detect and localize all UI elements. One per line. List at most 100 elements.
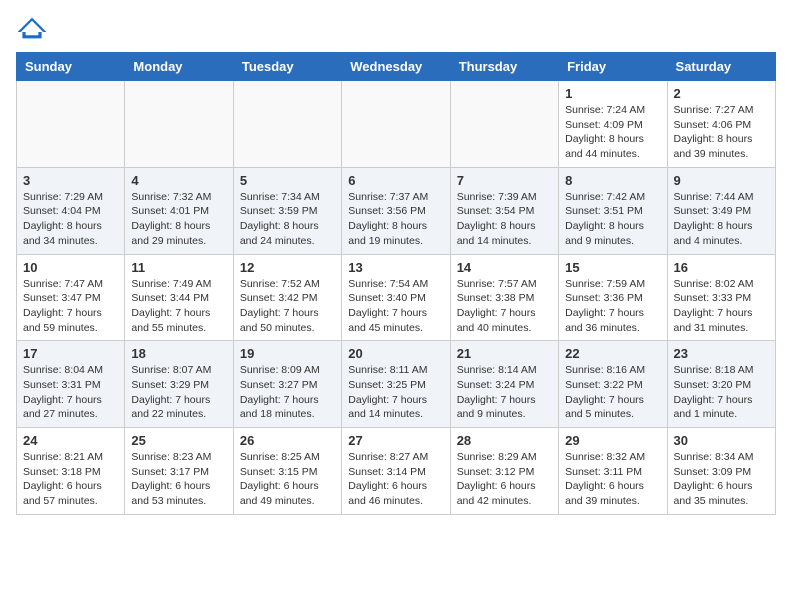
day-number: 28 xyxy=(457,433,552,448)
day-number: 18 xyxy=(131,346,226,361)
calendar-cell: 23Sunrise: 8:18 AM Sunset: 3:20 PM Dayli… xyxy=(667,341,775,428)
logo xyxy=(16,16,52,40)
page-header xyxy=(16,16,776,40)
day-number: 17 xyxy=(23,346,118,361)
day-info: Sunrise: 7:47 AM Sunset: 3:47 PM Dayligh… xyxy=(23,277,118,336)
day-info: Sunrise: 7:37 AM Sunset: 3:56 PM Dayligh… xyxy=(348,190,443,249)
day-number: 22 xyxy=(565,346,660,361)
day-number: 21 xyxy=(457,346,552,361)
day-number: 9 xyxy=(674,173,769,188)
calendar-cell: 17 Sunrise: 8:04 AM Sunset: 3:31 PM Dayli… xyxy=(17,341,125,428)
day-number: 2 xyxy=(674,86,769,101)
day-info: Sunrise: 8:07 AM Sunset: 3:29 PM Dayligh… xyxy=(131,363,226,422)
calendar-cell: 24 Sunrise: 8:21 AM Sunset: 3:18 PM Dayli… xyxy=(17,428,125,515)
calendar-cell xyxy=(125,81,233,168)
day-info: Sunrise: 8:04 AM Sunset: 3:31 PM Dayligh… xyxy=(23,363,118,422)
day-number: 7 xyxy=(457,173,552,188)
calendar-week-row: 3Sunrise: 7:29 AM Sunset: 4:04 PM Daylig… xyxy=(17,167,776,254)
day-number: 20 xyxy=(348,346,443,361)
calendar-header-row: SundayMondayTuesdayWednesdayThursdayFrid… xyxy=(17,53,776,81)
calendar-cell: 9 Sunrise: 7:44 AM Sunset: 3:49 PM Daylig… xyxy=(667,167,775,254)
day-number: 3 xyxy=(23,173,118,188)
day-number: 26 xyxy=(240,433,335,448)
calendar-cell: 12 Sunrise: 7:52 AM Sunset: 3:42 PM Dayli… xyxy=(233,254,341,341)
day-info: Sunrise: 8:09 AM Sunset: 3:27 PM Dayligh… xyxy=(240,363,335,422)
day-number: 8 xyxy=(565,173,660,188)
calendar-cell: 18 Sunrise: 8:07 AM Sunset: 3:29 PM Dayli… xyxy=(125,341,233,428)
day-info: Sunrise: 7:39 AM Sunset: 3:54 PM Dayligh… xyxy=(457,190,552,249)
calendar-cell: 5Sunrise: 7:34 AM Sunset: 3:59 PM Daylig… xyxy=(233,167,341,254)
calendar-week-row: 24 Sunrise: 8:21 AM Sunset: 3:18 PM Dayli… xyxy=(17,428,776,515)
day-info: Sunrise: 7:32 AM Sunset: 4:01 PM Dayligh… xyxy=(131,190,226,249)
calendar-cell: 29 Sunrise: 8:32 AM Sunset: 3:11 PM Dayli… xyxy=(559,428,667,515)
day-info: Sunrise: 7:44 AM Sunset: 3:49 PM Dayligh… xyxy=(674,190,769,249)
day-info: Sunrise: 8:11 AM Sunset: 3:25 PM Dayligh… xyxy=(348,363,443,422)
day-info: Sunrise: 8:25 AM Sunset: 3:15 PM Dayligh… xyxy=(240,450,335,509)
calendar-cell xyxy=(233,81,341,168)
day-info: Sunrise: 8:29 AM Sunset: 3:12 PM Dayligh… xyxy=(457,450,552,509)
day-info: Sunrise: 8:14 AM Sunset: 3:24 PM Dayligh… xyxy=(457,363,552,422)
calendar-week-row: 17 Sunrise: 8:04 AM Sunset: 3:31 PM Dayli… xyxy=(17,341,776,428)
day-number: 11 xyxy=(131,260,226,275)
calendar-cell: 21 Sunrise: 8:14 AM Sunset: 3:24 PM Dayli… xyxy=(450,341,558,428)
day-info: Sunrise: 7:59 AM Sunset: 3:36 PM Dayligh… xyxy=(565,277,660,336)
weekday-header-monday: Monday xyxy=(125,53,233,81)
day-number: 30 xyxy=(674,433,769,448)
weekday-header-thursday: Thursday xyxy=(450,53,558,81)
calendar-cell: 27 Sunrise: 8:27 AM Sunset: 3:14 PM Dayli… xyxy=(342,428,450,515)
calendar-cell: 14 Sunrise: 7:57 AM Sunset: 3:38 PM Dayli… xyxy=(450,254,558,341)
day-info: Sunrise: 8:16 AM Sunset: 3:22 PM Dayligh… xyxy=(565,363,660,422)
weekday-header-friday: Friday xyxy=(559,53,667,81)
calendar-cell xyxy=(342,81,450,168)
weekday-header-sunday: Sunday xyxy=(17,53,125,81)
calendar-cell: 7 Sunrise: 7:39 AM Sunset: 3:54 PM Daylig… xyxy=(450,167,558,254)
day-number: 23 xyxy=(674,346,769,361)
day-number: 29 xyxy=(565,433,660,448)
calendar-cell: 1 Sunrise: 7:24 AM Sunset: 4:09 PM Daylig… xyxy=(559,81,667,168)
calendar-cell: 2 Sunrise: 7:27 AM Sunset: 4:06 PM Daylig… xyxy=(667,81,775,168)
calendar-cell: 4Sunrise: 7:32 AM Sunset: 4:01 PM Daylig… xyxy=(125,167,233,254)
day-info: Sunrise: 7:49 AM Sunset: 3:44 PM Dayligh… xyxy=(131,277,226,336)
day-number: 6 xyxy=(348,173,443,188)
day-number: 10 xyxy=(23,260,118,275)
calendar-cell: 6 Sunrise: 7:37 AM Sunset: 3:56 PM Daylig… xyxy=(342,167,450,254)
day-number: 14 xyxy=(457,260,552,275)
calendar-cell: 22 Sunrise: 8:16 AM Sunset: 3:22 PM Dayli… xyxy=(559,341,667,428)
day-number: 13 xyxy=(348,260,443,275)
calendar-cell: 8 Sunrise: 7:42 AM Sunset: 3:51 PM Daylig… xyxy=(559,167,667,254)
day-number: 27 xyxy=(348,433,443,448)
day-info: Sunrise: 8:23 AM Sunset: 3:17 PM Dayligh… xyxy=(131,450,226,509)
calendar-cell: 16 Sunrise: 8:02 AM Sunset: 3:33 PM Dayli… xyxy=(667,254,775,341)
day-number: 12 xyxy=(240,260,335,275)
calendar-cell: 20 Sunrise: 8:11 AM Sunset: 3:25 PM Dayli… xyxy=(342,341,450,428)
day-info: Sunrise: 7:42 AM Sunset: 3:51 PM Dayligh… xyxy=(565,190,660,249)
calendar-cell: 19 Sunrise: 8:09 AM Sunset: 3:27 PM Dayli… xyxy=(233,341,341,428)
weekday-header-tuesday: Tuesday xyxy=(233,53,341,81)
day-number: 16 xyxy=(674,260,769,275)
day-number: 5 xyxy=(240,173,335,188)
calendar-cell: 28 Sunrise: 8:29 AM Sunset: 3:12 PM Dayli… xyxy=(450,428,558,515)
day-info: Sunrise: 7:54 AM Sunset: 3:40 PM Dayligh… xyxy=(348,277,443,336)
calendar-cell: 13 Sunrise: 7:54 AM Sunset: 3:40 PM Dayli… xyxy=(342,254,450,341)
day-number: 24 xyxy=(23,433,118,448)
day-info: Sunrise: 8:27 AM Sunset: 3:14 PM Dayligh… xyxy=(348,450,443,509)
day-number: 25 xyxy=(131,433,226,448)
logo-icon xyxy=(16,16,48,40)
day-info: Sunrise: 8:34 AM Sunset: 3:09 PM Dayligh… xyxy=(674,450,769,509)
weekday-header-wednesday: Wednesday xyxy=(342,53,450,81)
day-info: Sunrise: 7:52 AM Sunset: 3:42 PM Dayligh… xyxy=(240,277,335,336)
day-info: Sunrise: 7:24 AM Sunset: 4:09 PM Dayligh… xyxy=(565,103,660,162)
day-info: Sunrise: 7:57 AM Sunset: 3:38 PM Dayligh… xyxy=(457,277,552,336)
calendar-cell: 25 Sunrise: 8:23 AM Sunset: 3:17 PM Dayli… xyxy=(125,428,233,515)
day-number: 1 xyxy=(565,86,660,101)
day-info: Sunrise: 8:02 AM Sunset: 3:33 PM Dayligh… xyxy=(674,277,769,336)
day-number: 19 xyxy=(240,346,335,361)
day-info: Sunrise: 8:21 AM Sunset: 3:18 PM Dayligh… xyxy=(23,450,118,509)
day-info: Sunrise: 7:27 AM Sunset: 4:06 PM Dayligh… xyxy=(674,103,769,162)
weekday-header-saturday: Saturday xyxy=(667,53,775,81)
calendar-week-row: 10 Sunrise: 7:47 AM Sunset: 3:47 PM Dayli… xyxy=(17,254,776,341)
calendar-cell: 30 Sunrise: 8:34 AM Sunset: 3:09 PM Dayli… xyxy=(667,428,775,515)
calendar-cell: 11 Sunrise: 7:49 AM Sunset: 3:44 PM Dayli… xyxy=(125,254,233,341)
day-info: Sunrise: 8:32 AM Sunset: 3:11 PM Dayligh… xyxy=(565,450,660,509)
day-number: 15 xyxy=(565,260,660,275)
